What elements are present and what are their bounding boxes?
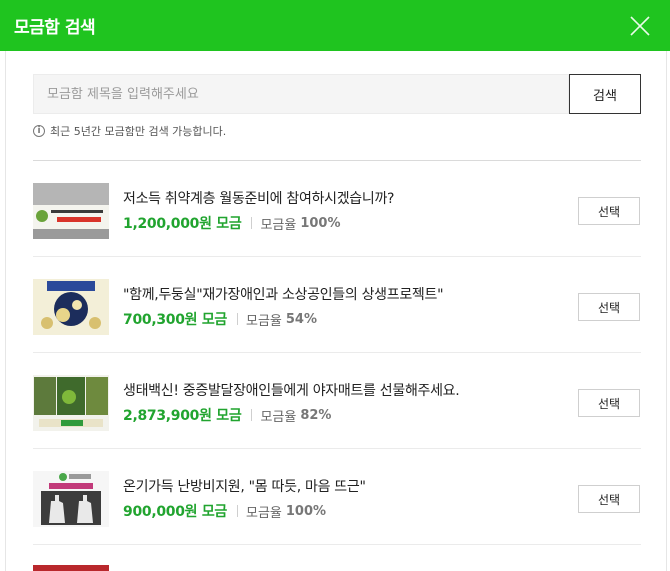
fundraiser-title[interactable]: 온기가득 난방비지원, "몸 따듯, 마음 뜨근" [123, 476, 366, 496]
fundraiser-meta: 700,300원 모금 모금율 54% [123, 309, 317, 329]
fundraiser-list: 저소득 취약계층 월동준비에 참여하시겠습니까? 1,200,000원 모금 모… [33, 161, 641, 545]
fundraiser-thumbnail [33, 375, 109, 431]
search-input[interactable] [33, 74, 569, 114]
close-button[interactable] [628, 14, 652, 38]
separator [251, 217, 253, 229]
modal-header: 모금함 검색 [0, 0, 670, 51]
raised-amount: 1,200,000원 모금 [123, 216, 242, 232]
raised-amount: 2,873,900원 모금 [123, 408, 242, 424]
fundraiser-title[interactable]: 저소득 취약계층 월동준비에 참여하시겠습니까? [123, 188, 394, 208]
fundraiser-thumbnail [33, 471, 109, 527]
search-notice: i 최근 5년간 모금함만 검색 가능합니다. [33, 123, 226, 139]
rate-label: 모금율 [245, 313, 282, 329]
info-icon: i [33, 125, 45, 137]
notice-text: 최근 5년간 모금함만 검색 가능합니다. [50, 125, 227, 138]
rate-value: 82% [300, 407, 332, 423]
fundraiser-meta: 2,873,900원 모금 모금율 82% [123, 405, 331, 425]
list-item: "함께,두둥실"재가장애인과 소상공인들의 상생프로젝트" 700,300원 모… [33, 257, 641, 353]
select-button[interactable]: 선택 [578, 485, 640, 513]
select-button[interactable]: 선택 [578, 197, 640, 225]
rate-value: 100% [300, 215, 341, 231]
rate-label: 모금율 [260, 217, 297, 233]
rate-value: 100% [285, 503, 327, 519]
fundraiser-thumbnail [33, 183, 109, 239]
raised-amount: 900,000원 모금 [123, 504, 227, 520]
raised-amount: 700,300원 모금 [123, 312, 227, 328]
fundraiser-meta: 1,200,000원 모금 모금율 100% [123, 213, 341, 233]
fundraiser-title[interactable]: "함께,두둥실"재가장애인과 소상공인들의 상생프로젝트" [123, 284, 444, 304]
separator [236, 313, 238, 325]
separator [251, 409, 253, 421]
rate-value: 54% [285, 311, 317, 327]
modal-title: 모금함 검색 [14, 18, 96, 38]
fundraiser-thumbnail [33, 279, 109, 335]
search-bar: 검색 [33, 74, 641, 114]
rate-label: 모금율 [260, 409, 297, 425]
list-item: 온기가득 난방비지원, "몸 따듯, 마음 뜨근" 900,000원 모금 모금… [33, 449, 641, 545]
list-item: 저소득 취약계층 월동준비에 참여하시겠습니까? 1,200,000원 모금 모… [33, 161, 641, 257]
rate-label: 모금율 [245, 505, 282, 521]
fundraiser-meta: 900,000원 모금 모금율 100% [123, 501, 326, 521]
select-button[interactable]: 선택 [578, 293, 640, 321]
fundraiser-title[interactable]: 생태백신! 중증발달장애인들에게 야자매트를 선물해주세요. [123, 380, 460, 400]
search-button[interactable]: 검색 [569, 74, 641, 114]
separator [236, 505, 238, 517]
list-item: 생태백신! 중증발달장애인들에게 야자매트를 선물해주세요. 2,873,900… [33, 353, 641, 449]
fundraiser-thumbnail [33, 565, 109, 571]
close-icon [630, 16, 650, 36]
select-button[interactable]: 선택 [578, 389, 640, 417]
